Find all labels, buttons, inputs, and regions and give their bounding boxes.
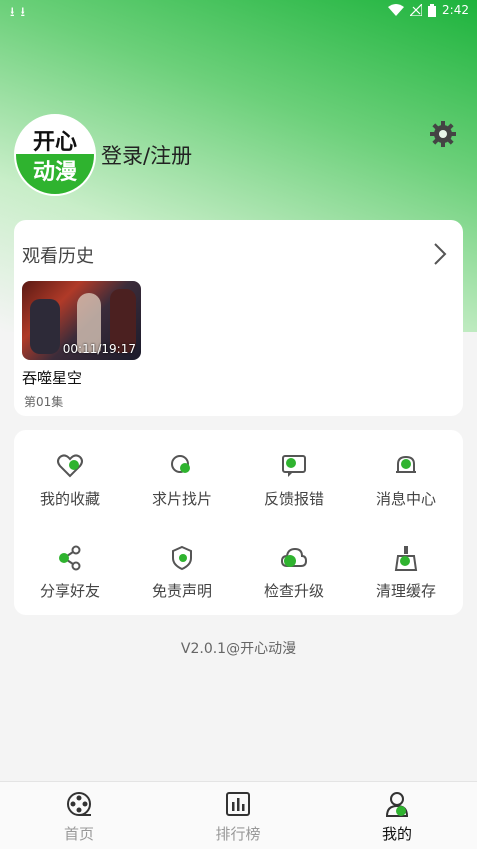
watch-history-card: 观看历史 00:11/19:17 吞噬星空 第01集 xyxy=(14,220,463,416)
menu-item-clear-cache[interactable]: 清理缓存 xyxy=(350,544,462,601)
menu-item-feedback[interactable]: 反馈报错 xyxy=(238,452,350,509)
history-video-thumbnail[interactable]: 00:11/19:17 xyxy=(22,281,141,360)
shield-icon xyxy=(172,545,192,571)
chevron-right-icon[interactable] xyxy=(433,242,447,266)
nav-home[interactable]: 首页 xyxy=(39,790,119,844)
nav-mine[interactable]: 我的 xyxy=(357,790,437,844)
bell-icon xyxy=(396,455,416,473)
menu-item-check-update[interactable]: 检查升级 xyxy=(238,544,350,601)
search-film-icon xyxy=(171,455,190,473)
cloud-upload-icon xyxy=(280,547,308,567)
logo-text-bottom: 动漫 xyxy=(16,154,94,194)
wifi-icon xyxy=(388,4,405,16)
menu-item-disclaimer[interactable]: 免责声明 xyxy=(126,544,238,601)
status-bar: ⭳⭳ 2:42 xyxy=(0,0,477,22)
history-video-episode: 第01集 xyxy=(24,395,64,409)
menu-item-request-film[interactable]: 求片找片 xyxy=(126,452,238,509)
logo-text-top: 开心 xyxy=(32,130,77,155)
signal-icon xyxy=(410,4,423,16)
profile-icon xyxy=(385,792,409,817)
settings-gear-icon[interactable] xyxy=(429,120,457,148)
film-reel-icon xyxy=(67,792,91,816)
login-register-link[interactable]: 登录/注册 xyxy=(101,140,192,170)
share-icon xyxy=(59,545,81,571)
heart-icon xyxy=(57,454,83,478)
nav-ranking[interactable]: 排行榜 xyxy=(198,790,278,844)
function-menu-card: 我的收藏 求片找片 反馈报错 消息中心 分享好友 免责声明 检查升级 清理缓存 xyxy=(14,430,463,615)
menu-item-share[interactable]: 分享好友 xyxy=(14,544,126,601)
feedback-icon xyxy=(282,455,306,477)
broom-icon xyxy=(394,546,418,571)
bottom-nav-bar: 首页 排行榜 我的 xyxy=(0,781,477,849)
playback-progress: 00:11/19:17 xyxy=(62,342,136,356)
version-text: V2.0.1@开心动漫 xyxy=(180,641,297,657)
menu-item-messages[interactable]: 消息中心 xyxy=(350,452,462,509)
history-video-title[interactable]: 吞噬星空 xyxy=(22,367,82,388)
battery-icon xyxy=(428,3,437,17)
download-icons: ⭳⭳ xyxy=(10,5,32,20)
status-time: 2:42 xyxy=(442,3,469,17)
app-logo-avatar[interactable]: 开心 动漫 xyxy=(14,114,96,196)
menu-item-favorites[interactable]: 我的收藏 xyxy=(14,452,126,509)
chart-icon xyxy=(226,792,250,816)
history-title: 观看历史 xyxy=(22,246,94,267)
